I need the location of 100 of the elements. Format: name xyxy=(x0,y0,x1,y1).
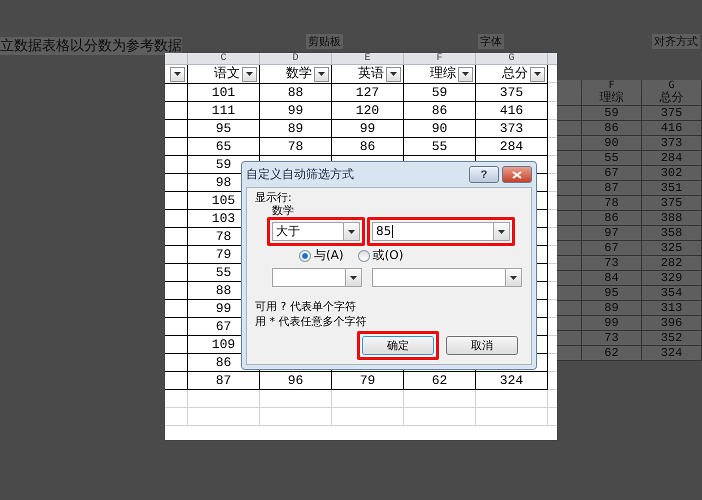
table-cell: 65 xyxy=(188,138,260,156)
value-input[interactable]: 85 xyxy=(372,222,510,241)
empty-cell xyxy=(165,228,188,246)
dropdown-arrow-icon xyxy=(350,276,357,280)
empty-cell xyxy=(165,354,188,372)
filter-button[interactable] xyxy=(530,66,545,82)
empty-cell xyxy=(260,390,332,408)
table-cell: 67 xyxy=(582,166,642,181)
table-header: 总分 xyxy=(502,65,528,83)
filter-button[interactable] xyxy=(458,66,473,82)
empty-cell xyxy=(165,174,188,192)
value-input[interactable] xyxy=(372,268,522,287)
dropdown-arrow-icon xyxy=(348,230,355,234)
dropdown-button[interactable] xyxy=(493,223,509,240)
ok-button[interactable]: 确定 xyxy=(362,336,434,355)
table-cell: 375 xyxy=(642,106,702,121)
table-cell: 127 xyxy=(332,84,404,102)
column-header: E xyxy=(332,53,404,65)
table-cell: 73 xyxy=(582,256,642,271)
close-button[interactable] xyxy=(502,166,532,183)
table-cell: 351 xyxy=(642,181,702,196)
table-cell: 284 xyxy=(476,138,548,156)
table-header: 总分 xyxy=(642,91,702,106)
table-cell: 89 xyxy=(582,301,642,316)
table-cell: 95 xyxy=(582,286,642,301)
filter-button[interactable] xyxy=(170,66,185,82)
dropdown-button[interactable] xyxy=(505,269,521,286)
table-cell: 89 xyxy=(260,120,332,138)
empty-cell xyxy=(165,246,188,264)
empty-cell xyxy=(165,210,188,228)
table-header: 理综 xyxy=(582,91,642,106)
dropdown-arrow-icon xyxy=(390,72,397,76)
close-icon xyxy=(512,170,522,178)
empty-cell xyxy=(165,372,188,390)
column-header: F xyxy=(404,53,476,65)
table-cell: 78 xyxy=(582,196,642,211)
table-cell: 90 xyxy=(582,136,642,151)
table-cell: 302 xyxy=(642,166,702,181)
document-title: 立数据表格以分数为参考数据 xyxy=(0,37,182,55)
dropdown-button[interactable] xyxy=(345,269,361,286)
filter-button[interactable] xyxy=(242,66,257,82)
empty-cell xyxy=(188,390,260,408)
column-header: G xyxy=(642,80,702,91)
table-cell: 313 xyxy=(642,301,702,316)
empty-cell xyxy=(404,408,476,426)
table-cell: 375 xyxy=(476,84,548,102)
table-header: 英语 xyxy=(358,65,384,83)
empty-cell xyxy=(165,120,188,138)
field-label: 数学 xyxy=(272,204,294,217)
table-cell: 354 xyxy=(642,286,702,301)
table-cell: 88 xyxy=(260,84,332,102)
table-cell: 284 xyxy=(642,151,702,166)
text-cursor xyxy=(392,225,394,238)
empty-cell xyxy=(165,156,188,174)
help-button[interactable]: ? xyxy=(469,166,499,183)
table-cell: 90 xyxy=(404,120,476,138)
operator-select[interactable]: 大于 xyxy=(272,222,360,241)
filter-button[interactable] xyxy=(386,66,401,82)
table-cell: 86 xyxy=(582,211,642,226)
empty-cell xyxy=(332,408,404,426)
empty-cell xyxy=(165,138,188,156)
empty-cell xyxy=(188,408,260,426)
dropdown-arrow-icon xyxy=(246,72,253,76)
table-cell: 96 xyxy=(260,372,332,390)
empty-cell xyxy=(476,408,548,426)
empty-cell xyxy=(332,390,404,408)
table-cell: 358 xyxy=(642,226,702,241)
table-cell: 55 xyxy=(404,138,476,156)
table-cell: 73 xyxy=(582,331,642,346)
empty-cell xyxy=(165,390,188,408)
table-cell: 352 xyxy=(642,331,702,346)
column-header-blank xyxy=(165,53,188,65)
table-cell: 99 xyxy=(332,120,404,138)
radio-option[interactable]: 与(A) xyxy=(299,247,344,264)
table-cell: 416 xyxy=(642,121,702,136)
column-header: C xyxy=(188,53,260,65)
cancel-button[interactable]: 取消 xyxy=(446,336,518,355)
dropdown-button[interactable] xyxy=(343,223,359,240)
table-cell: 86 xyxy=(582,121,642,136)
table-cell: 87 xyxy=(188,372,260,390)
table-cell: 111 xyxy=(188,102,260,120)
table-cell: 375 xyxy=(642,196,702,211)
empty-cell xyxy=(165,192,188,210)
table-cell: 59 xyxy=(404,84,476,102)
table-cell: 62 xyxy=(404,372,476,390)
empty-cell xyxy=(165,318,188,336)
table-cell: 97 xyxy=(582,226,642,241)
table-cell: 62 xyxy=(582,346,642,361)
table-cell: 84 xyxy=(582,271,642,286)
column-header-blank xyxy=(557,80,582,91)
table-cell: 101 xyxy=(188,84,260,102)
table-cell: 67 xyxy=(582,241,642,256)
empty-cell xyxy=(476,390,548,408)
table-cell: 59 xyxy=(582,106,642,121)
radio-option[interactable]: 或(O) xyxy=(358,247,404,264)
filter-button[interactable] xyxy=(314,66,329,82)
table-cell: 87 xyxy=(582,181,642,196)
ribbon-group-label: 对齐方式 xyxy=(652,34,700,49)
dropdown-arrow-icon xyxy=(534,72,541,76)
dropdown-arrow-icon xyxy=(462,72,469,76)
